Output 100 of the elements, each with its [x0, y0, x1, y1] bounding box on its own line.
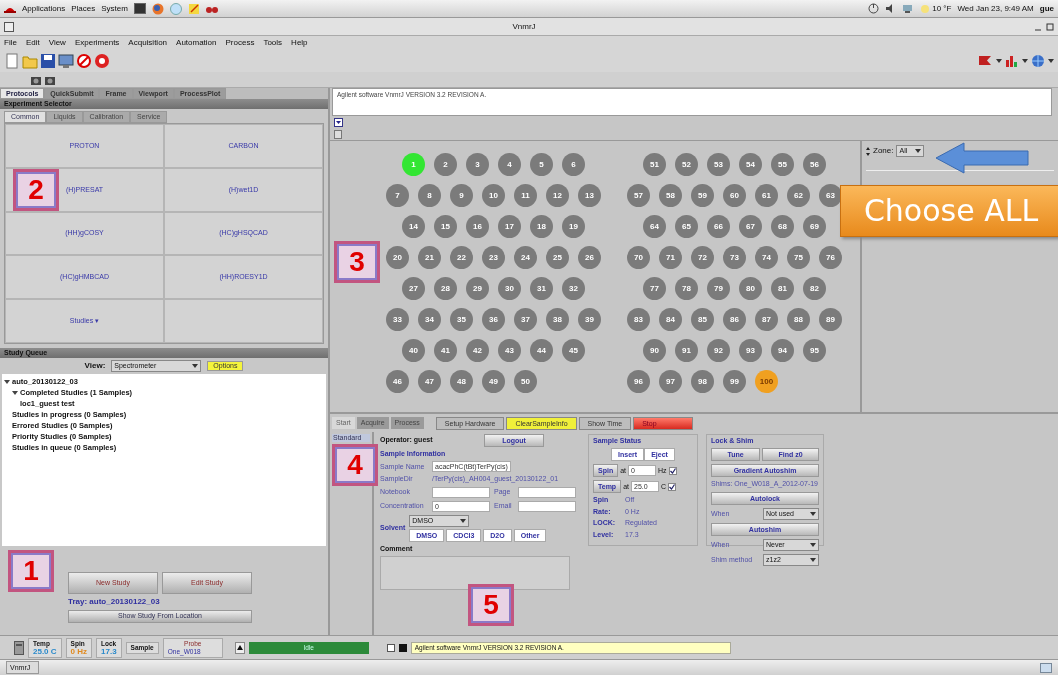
sample-well[interactable]: 84 — [659, 308, 682, 331]
resize-icon[interactable] — [866, 146, 870, 156]
workspace-icon[interactable] — [1040, 662, 1052, 673]
sample-well[interactable]: 32 — [562, 277, 585, 300]
sample-well[interactable]: 3 — [466, 153, 489, 176]
sample-well[interactable]: 10 — [482, 184, 505, 207]
note-icon[interactable] — [187, 2, 200, 15]
sample-well[interactable]: 41 — [434, 339, 457, 362]
sample-well[interactable]: 83 — [627, 308, 650, 331]
sample-well[interactable]: 77 — [643, 277, 666, 300]
sample-well[interactable]: 79 — [707, 277, 730, 300]
sample-well[interactable]: 23 — [482, 246, 505, 269]
sample-well[interactable]: 59 — [691, 184, 714, 207]
sample-well[interactable]: 16 — [466, 215, 489, 238]
sample-well[interactable]: 86 — [723, 308, 746, 331]
sample-well[interactable]: 93 — [739, 339, 762, 362]
sample-well[interactable]: 98 — [691, 370, 714, 393]
sample-well[interactable]: 47 — [418, 370, 441, 393]
checkbox-icon[interactable] — [386, 643, 395, 652]
panel-menu[interactable]: System — [101, 3, 128, 14]
sample-well[interactable]: 64 — [643, 215, 666, 238]
sample-well[interactable]: 19 — [562, 215, 585, 238]
sample-well[interactable]: 66 — [707, 215, 730, 238]
sample-well[interactable]: 92 — [707, 339, 730, 362]
input-field[interactable] — [518, 500, 576, 512]
sample-well[interactable]: 63 — [819, 184, 842, 207]
sample-well[interactable]: 74 — [755, 246, 778, 269]
sample-well[interactable]: 28 — [434, 277, 457, 300]
sample-well[interactable]: 39 — [578, 308, 601, 331]
sample-well[interactable]: 8 — [418, 184, 441, 207]
grip-icon[interactable] — [334, 129, 342, 139]
sample-well[interactable]: 40 — [402, 339, 425, 362]
input-field[interactable] — [432, 486, 490, 498]
collapse-icon[interactable] — [12, 389, 18, 396]
sample-well[interactable]: 91 — [675, 339, 698, 362]
sample-well[interactable]: 49 — [482, 370, 505, 393]
chart-icon[interactable] — [1004, 53, 1020, 69]
checkbox[interactable] — [668, 482, 677, 491]
power-icon[interactable] — [868, 3, 880, 14]
sample-well[interactable]: 38 — [546, 308, 569, 331]
maximize-icon[interactable] — [1046, 22, 1054, 31]
globe-icon[interactable] — [151, 2, 164, 15]
sample-well[interactable]: 14 — [402, 215, 425, 238]
sample-well[interactable]: 34 — [418, 308, 441, 331]
sample-well[interactable]: 46 — [386, 370, 409, 393]
sample-well[interactable]: 53 — [707, 153, 730, 176]
sample-well[interactable]: 96 — [627, 370, 650, 393]
sample-well[interactable]: 88 — [787, 308, 810, 331]
sample-well[interactable]: 50 — [514, 370, 537, 393]
sample-well[interactable]: 4 — [498, 153, 521, 176]
sample-well[interactable]: 70 — [627, 246, 650, 269]
sample-well[interactable]: 60 — [723, 184, 746, 207]
sample-well[interactable]: 81 — [771, 277, 794, 300]
sample-well[interactable]: 31 — [530, 277, 553, 300]
panel-menu[interactable]: Applications — [22, 3, 66, 14]
sample-well[interactable]: 37 — [514, 308, 537, 331]
user-name[interactable]: gue — [1039, 3, 1054, 14]
sample-well[interactable]: 17 — [498, 215, 521, 238]
sample-well[interactable]: 12 — [546, 184, 569, 207]
sample-well[interactable]: 33 — [386, 308, 409, 331]
sample-well[interactable]: 76 — [819, 246, 842, 269]
sample-well[interactable]: 30 — [498, 277, 521, 300]
sample-well[interactable]: 94 — [771, 339, 794, 362]
sample-well[interactable]: 52 — [675, 153, 698, 176]
menu-item[interactable]: View — [48, 38, 66, 48]
sample-well[interactable]: 85 — [691, 308, 714, 331]
sample-well[interactable]: 36 — [482, 308, 505, 331]
sample-well[interactable]: 5 — [530, 153, 553, 176]
sample-well[interactable]: 45 — [562, 339, 585, 362]
sample-well[interactable]: 22 — [450, 246, 473, 269]
up-icon[interactable] — [234, 641, 245, 654]
sample-well[interactable]: 26 — [578, 246, 601, 269]
sample-well[interactable]: 2 — [434, 153, 457, 176]
sample-well[interactable]: 18 — [530, 215, 553, 238]
sample-well[interactable]: 90 — [643, 339, 666, 362]
sample-well[interactable]: 71 — [659, 246, 682, 269]
menu-item[interactable]: File — [4, 38, 17, 48]
sample-well[interactable]: 57 — [627, 184, 650, 207]
sample-well[interactable]: 29 — [466, 277, 489, 300]
sample-well[interactable]: 73 — [723, 246, 746, 269]
sample-well[interactable]: 13 — [578, 184, 601, 207]
monitor-icon[interactable] — [58, 53, 74, 69]
menu-item[interactable]: Automation — [176, 38, 217, 48]
sample-well[interactable]: 87 — [755, 308, 778, 331]
globe-icon[interactable] — [1030, 53, 1046, 69]
sample-well[interactable]: 43 — [498, 339, 521, 362]
checkbox[interactable] — [668, 466, 677, 475]
sample-well[interactable]: 35 — [450, 308, 473, 331]
panel-menu[interactable]: Places — [71, 3, 96, 14]
menu-item[interactable]: Process — [225, 38, 255, 48]
sample-well[interactable]: 62 — [787, 184, 810, 207]
comment-field[interactable] — [380, 556, 570, 591]
sample-well[interactable]: 78 — [675, 277, 698, 300]
sample-well[interactable]: 54 — [739, 153, 762, 176]
sample-well[interactable]: 25 — [546, 246, 569, 269]
sample-well[interactable]: 11 — [514, 184, 537, 207]
stop-icon[interactable] — [76, 53, 92, 69]
sample-well[interactable]: 58 — [659, 184, 682, 207]
sample-well[interactable]: 44 — [530, 339, 553, 362]
sample-well[interactable]: 9 — [450, 184, 473, 207]
